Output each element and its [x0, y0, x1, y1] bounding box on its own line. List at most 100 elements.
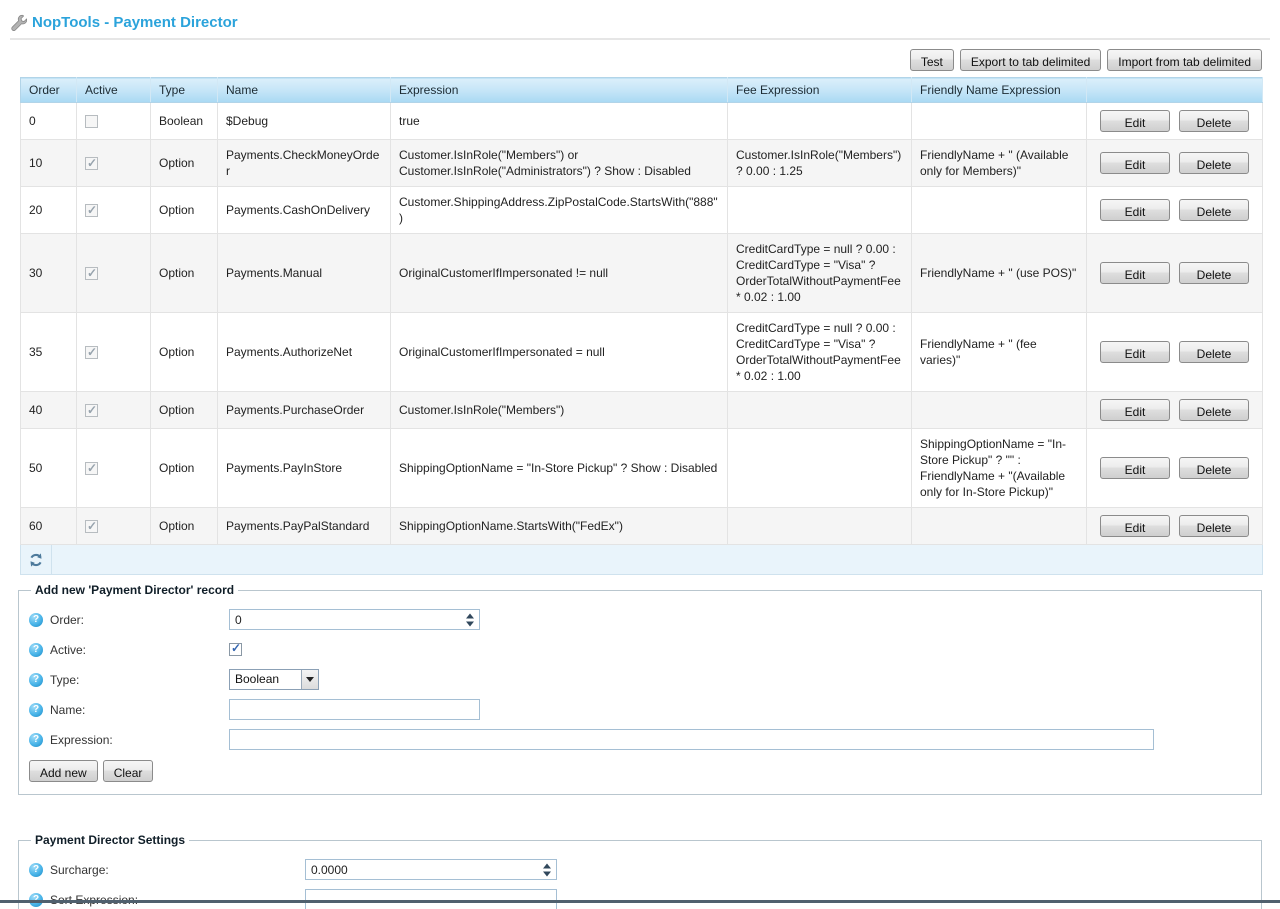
order-cell: 35: [21, 313, 77, 392]
delete-button[interactable]: Delete: [1179, 262, 1249, 284]
title-divider: [10, 38, 1270, 40]
help-icon[interactable]: ?: [29, 643, 43, 657]
settings-form: Payment Director Settings ? Surcharge: ?…: [18, 833, 1262, 909]
surcharge-label: Surcharge:: [50, 863, 109, 877]
edit-button[interactable]: Edit: [1100, 262, 1170, 284]
spinner-up-icon[interactable]: [543, 863, 551, 868]
row-actions: Edit Delete: [1087, 187, 1263, 234]
type-cell: Option: [151, 234, 218, 313]
order-stepper: [229, 609, 480, 630]
active-cell: [77, 140, 151, 187]
active-checkbox: [85, 204, 98, 217]
import-tab-delimited-button[interactable]: Import from tab delimited: [1107, 49, 1262, 71]
delete-button[interactable]: Delete: [1179, 341, 1249, 363]
settings-legend: Payment Director Settings: [31, 833, 189, 847]
table-row: 40OptionPayments.PurchaseOrderCustomer.I…: [21, 392, 1263, 429]
help-icon[interactable]: ?: [29, 703, 43, 717]
type-cell: Option: [151, 313, 218, 392]
fee-expression-cell: [728, 508, 912, 545]
type-cell: Option: [151, 508, 218, 545]
add-record-form: Add new 'Payment Director' record ? Orde…: [18, 583, 1262, 795]
expression-input[interactable]: [229, 729, 1154, 750]
help-icon[interactable]: ?: [29, 863, 43, 877]
delete-button[interactable]: Delete: [1179, 110, 1249, 132]
active-row: ? Active:: [29, 639, 1251, 660]
friendly-name-expression-cell: FriendlyName + " (Available only for Mem…: [912, 140, 1087, 187]
friendly-name-expression-cell: [912, 508, 1087, 545]
edit-button[interactable]: Edit: [1100, 399, 1170, 421]
table-row: 10OptionPayments.CheckMoneyOrderCustomer…: [21, 140, 1263, 187]
help-icon[interactable]: ?: [29, 673, 43, 687]
test-button[interactable]: Test: [910, 49, 954, 71]
order-cell: 20: [21, 187, 77, 234]
edit-button[interactable]: Edit: [1100, 515, 1170, 537]
section-gap: [0, 795, 1280, 825]
table-row: 50OptionPayments.PayInStoreShippingOptio…: [21, 429, 1263, 508]
expression-cell: Customer.ShippingAddress.ZipPostalCode.S…: [391, 187, 728, 234]
name-row: ? Name:: [29, 699, 1251, 720]
order-input[interactable]: [229, 609, 480, 630]
expression-cell: true: [391, 103, 728, 140]
delete-button[interactable]: Delete: [1179, 152, 1249, 174]
type-label: Type:: [50, 673, 79, 687]
name-label: Name:: [50, 703, 85, 717]
sort-expression-input[interactable]: [305, 889, 557, 909]
delete-button[interactable]: Delete: [1179, 457, 1249, 479]
spinner-up-icon[interactable]: [466, 613, 474, 618]
type-select[interactable]: Boolean: [229, 669, 319, 690]
page: NopTools - Payment Director Test Export …: [0, 0, 1280, 909]
column-header-name: Name: [218, 78, 391, 103]
name-cell: $Debug: [218, 103, 391, 140]
type-select-value: Boolean: [230, 670, 301, 689]
name-cell: Payments.PayInStore: [218, 429, 391, 508]
row-actions: Edit Delete: [1087, 313, 1263, 392]
refresh-button[interactable]: [21, 545, 52, 574]
order-row: ? Order:: [29, 609, 1251, 630]
edit-button[interactable]: Edit: [1100, 457, 1170, 479]
friendly-name-expression-cell: [912, 187, 1087, 234]
delete-button[interactable]: Delete: [1179, 199, 1249, 221]
edit-button[interactable]: Edit: [1100, 152, 1170, 174]
row-actions: Edit Delete: [1087, 392, 1263, 429]
active-label: Active:: [50, 643, 86, 657]
surcharge-input[interactable]: [305, 859, 557, 880]
edit-button[interactable]: Edit: [1100, 110, 1170, 132]
order-cell: 60: [21, 508, 77, 545]
help-icon[interactable]: ?: [29, 613, 43, 627]
friendly-name-expression-cell: [912, 392, 1087, 429]
friendly-name-expression-cell: [912, 103, 1087, 140]
name-cell: Payments.PayPalStandard: [218, 508, 391, 545]
surcharge-stepper: [305, 859, 557, 880]
table-row: 35OptionPayments.AuthorizeNetOriginalCus…: [21, 313, 1263, 392]
fee-expression-cell: CreditCardType = null ? 0.00 : CreditCar…: [728, 234, 912, 313]
edit-button[interactable]: Edit: [1100, 341, 1170, 363]
refresh-icon: [28, 552, 44, 568]
fee-expression-cell: Customer.IsInRole("Members") ? 0.00 : 1.…: [728, 140, 912, 187]
spinner-down-icon[interactable]: [543, 871, 551, 876]
row-actions: Edit Delete: [1087, 234, 1263, 313]
active-cell: [77, 429, 151, 508]
active-checkbox[interactable]: [229, 643, 242, 656]
help-icon[interactable]: ?: [29, 733, 43, 747]
edit-button[interactable]: Edit: [1100, 199, 1170, 221]
row-actions: Edit Delete: [1087, 140, 1263, 187]
expression-cell: Customer.IsInRole("Members"): [391, 392, 728, 429]
delete-button[interactable]: Delete: [1179, 515, 1249, 537]
page-title: NopTools - Payment Director: [32, 14, 238, 31]
name-input[interactable]: [229, 699, 480, 720]
expression-cell: ShippingOptionName = "In-Store Pickup" ?…: [391, 429, 728, 508]
column-header-fee-expression: Fee Expression: [728, 78, 912, 103]
delete-button[interactable]: Delete: [1179, 399, 1249, 421]
clear-button[interactable]: Clear: [103, 760, 154, 782]
spinner-down-icon[interactable]: [466, 621, 474, 626]
table-header: OrderActiveTypeNameExpressionFee Express…: [21, 78, 1263, 103]
export-tab-delimited-button[interactable]: Export to tab delimited: [960, 49, 1101, 71]
active-cell: [77, 313, 151, 392]
add-new-button[interactable]: Add new: [29, 760, 98, 782]
active-checkbox: [85, 462, 98, 475]
fee-expression-cell: [728, 392, 912, 429]
table-footer: [21, 545, 1263, 575]
select-dropdown-button[interactable]: [301, 670, 318, 689]
name-cell: Payments.PurchaseOrder: [218, 392, 391, 429]
type-row: ? Type: Boolean: [29, 669, 1251, 690]
